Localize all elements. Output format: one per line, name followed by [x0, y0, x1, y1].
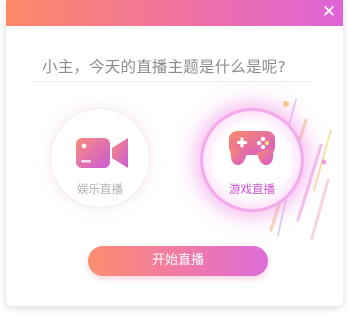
category-game-live[interactable]: 游戏直播	[200, 108, 304, 212]
start-live-button[interactable]: 开始直播	[88, 246, 268, 276]
category-label: 娱乐直播	[77, 182, 123, 196]
start-live-dialog: ✕ 小主，今天的直播主题是什么是呢? 娱乐直播 游戏直播 开始直播	[6, 0, 343, 306]
gamepad-icon	[229, 131, 275, 165]
live-topic-input[interactable]: 小主，今天的直播主题是什么是呢?	[34, 52, 312, 82]
close-icon[interactable]: ✕	[320, 3, 338, 21]
category-label: 游戏直播	[229, 182, 275, 196]
video-camera-icon	[76, 138, 128, 168]
title-bar: ✕	[6, 0, 343, 26]
category-entertainment-live[interactable]: 娱乐直播	[50, 108, 150, 208]
